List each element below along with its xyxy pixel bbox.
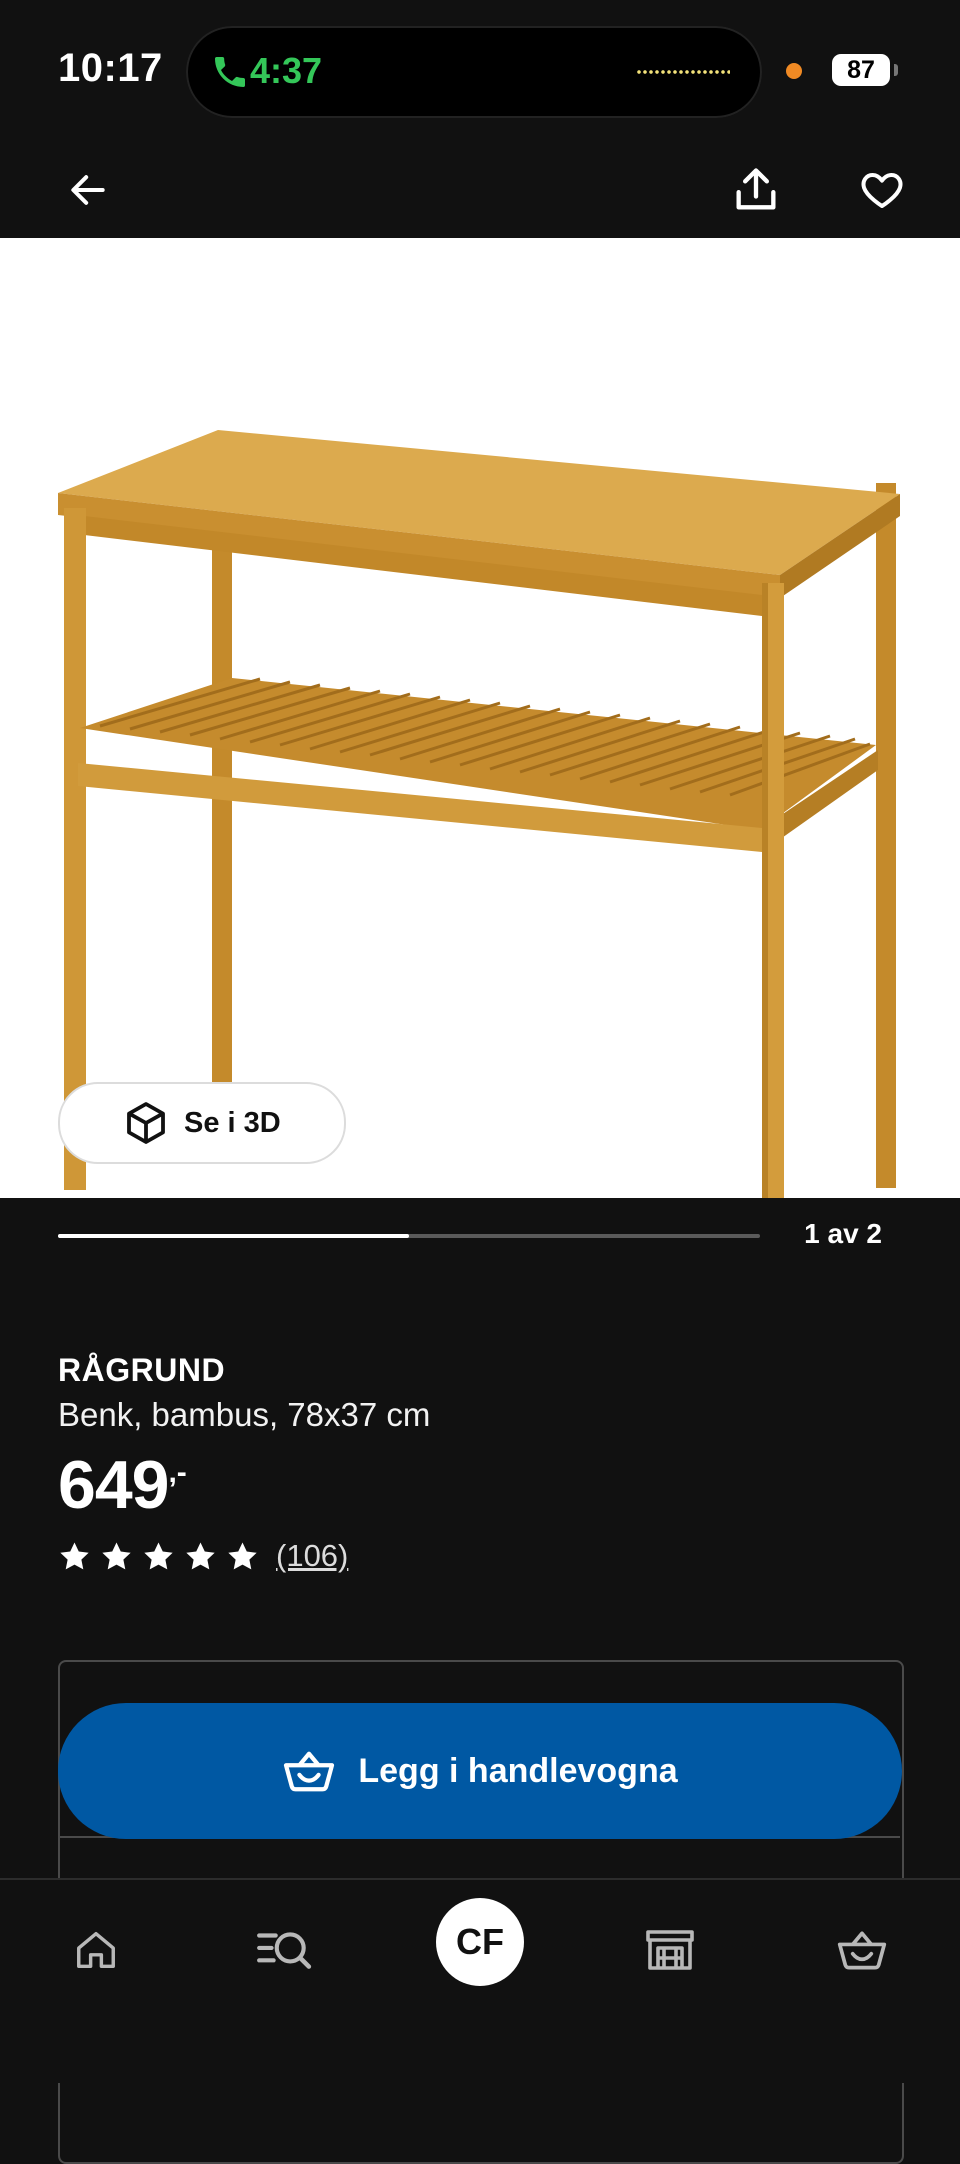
add-to-cart-button[interactable]: Legg i handlevogna (58, 1703, 902, 1839)
tab-home[interactable] (64, 1918, 128, 1982)
top-navigation (0, 140, 960, 238)
product-image-gallery[interactable]: Se i 3D (0, 238, 960, 1198)
star-icon (228, 1541, 257, 1569)
heart-icon (861, 173, 903, 208)
gallery-progress-bar (58, 1234, 760, 1238)
status-bar: 10:17 4:37 87 (0, 0, 960, 140)
product-image (58, 430, 900, 1198)
star-icon (60, 1541, 89, 1569)
product-name: RÅGRUND (58, 1352, 226, 1388)
call-duration: 4:37 (250, 50, 323, 91)
store-icon (646, 1930, 694, 1970)
shopping-basket-icon (837, 1931, 887, 1970)
audio-waveform (636, 70, 730, 74)
star-icon (144, 1541, 173, 1569)
battery-tip (894, 64, 898, 76)
product-price: 649 ,- (58, 1446, 187, 1524)
battery-level: 87 (832, 54, 890, 86)
gallery-progress-fill (58, 1234, 409, 1238)
gallery-pager: 1 av 2 (804, 1218, 882, 1249)
tab-cart[interactable] (830, 1918, 894, 1982)
review-count-link[interactable]: (106) (276, 1538, 348, 1574)
star-icon (186, 1541, 215, 1569)
cube-icon (127, 1102, 165, 1144)
star-icon (102, 1541, 131, 1569)
share-icon (736, 168, 776, 210)
home-icon (77, 1931, 115, 1969)
view-in-3d-button[interactable]: Se i 3D (58, 1082, 346, 1164)
search-list-icon (257, 1932, 312, 1969)
price-suffix: ,- (168, 1456, 187, 1489)
dynamic-island-call[interactable]: 4:37 (186, 26, 762, 118)
view-in-3d-label: Se i 3D (184, 1106, 281, 1139)
favorite-button[interactable] (846, 154, 918, 226)
shopping-basket-icon (284, 1751, 335, 1792)
tab-search[interactable] (252, 1918, 316, 1982)
product-description: Benk, bambus, 78x37 cm (58, 1396, 431, 1433)
profile-avatar[interactable]: CF (436, 1898, 524, 1986)
back-button[interactable] (52, 154, 124, 226)
add-to-cart-label: Legg i handlevogna (358, 1751, 678, 1790)
product-rating[interactable]: (106) (58, 1538, 348, 1574)
price-amount: 649 (58, 1447, 169, 1523)
recording-indicator (786, 63, 802, 79)
phone-icon (215, 57, 245, 87)
bottom-tab-bar: CF (0, 1878, 960, 2083)
status-time: 10:17 (58, 46, 163, 90)
tab-stores[interactable] (638, 1918, 702, 1982)
share-button[interactable] (720, 154, 792, 226)
arrow-left-icon (71, 175, 105, 205)
